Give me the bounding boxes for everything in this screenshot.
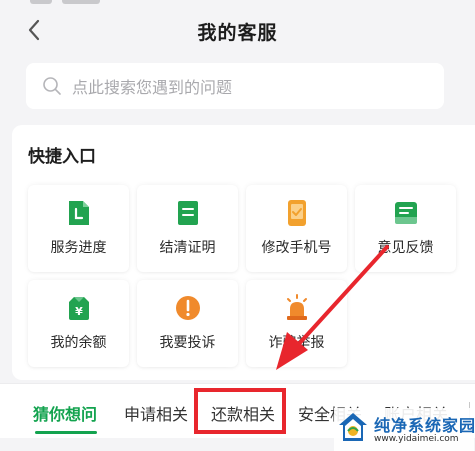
alarm-icon [287,294,307,320]
search-input[interactable]: 点此搜索您遇到的问题 [26,63,444,109]
watermark: 纯净系统家园 www.yidaimei.com [334,408,475,451]
shortcut-settlement-proof[interactable]: 结清证明 [137,185,238,272]
status-icon [62,0,100,4]
shortcut-feedback[interactable]: 意见反馈 [355,185,456,272]
search-placeholder: 点此搜索您遇到的问题 [72,78,233,97]
shortcut-label: 我要投诉 [159,335,216,351]
watermark-url: www.yidaimei.com [374,434,459,444]
shortcuts-title: 快捷入口 [28,147,96,167]
shortcut-label: 诈骗举报 [268,335,325,351]
highlight-box [194,388,286,434]
tab-guess[interactable]: 猜你想问 [33,401,97,425]
shortcut-label: 意见反馈 [377,240,434,256]
watermark-logo-icon [339,413,367,441]
phone-check-icon [288,200,306,226]
wallet-yen-icon: ¥ [69,297,89,320]
search-icon [43,77,61,95]
shortcut-complaint[interactable]: 我要投诉 [137,280,238,367]
shortcut-label: 我的余额 [50,335,107,351]
page-title: 我的客服 [197,22,278,44]
active-tab-indicator [35,431,97,434]
shortcut-my-balance[interactable]: ¥ 我的余额 [28,280,129,367]
feedback-icon [395,202,417,224]
doc-corner-icon [69,201,89,225]
alert-circle-icon [176,296,200,320]
svg-text:¥: ¥ [75,305,83,318]
shortcut-fraud-report[interactable]: 诈骗举报 [246,280,347,367]
shortcut-change-phone[interactable]: 修改手机号 [246,185,347,272]
shortcut-label: 结清证明 [159,240,216,256]
shortcut-label: 服务进度 [50,240,107,256]
shortcut-service-progress[interactable]: 服务进度 [28,185,129,272]
nav-header: 我的客服 [0,8,475,52]
doc-lines-icon [178,201,198,225]
tab-apply[interactable]: 申请相关 [124,401,188,425]
watermark-name: 纯净系统家园 [374,416,475,435]
status-icon [30,0,52,4]
shortcut-label: 修改手机号 [261,240,332,256]
